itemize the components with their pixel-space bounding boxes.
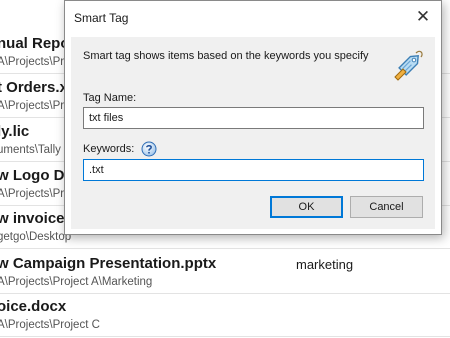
tag-name-input[interactable] <box>83 107 424 129</box>
file-name: ly.lic <box>0 123 30 140</box>
dialog-description: Smart tag shows items based on the keywo… <box>83 50 369 62</box>
file-path: uments\Tally <box>0 144 61 156</box>
file-row[interactable]: oice.docx A\Projects\Project C <box>0 293 450 337</box>
close-icon[interactable]: ✕ <box>413 7 433 27</box>
tag-icon <box>394 50 423 81</box>
file-path: A\Projects\Project C <box>0 319 100 331</box>
cancel-button[interactable]: Cancel <box>350 196 423 218</box>
file-name: oice.docx <box>0 298 67 315</box>
file-path: A\Projects\Project A\Marketing <box>0 276 153 288</box>
smart-tag-dialog: Smart Tag ✕ Smart tag shows items based … <box>64 0 442 235</box>
file-path: A\Projects\Proj <box>0 188 74 200</box>
file-tag: marketing <box>296 257 354 272</box>
file-name: w Campaign Presentation.pptx <box>0 255 217 272</box>
file-name: t Orders.x <box>0 79 68 96</box>
ok-button[interactable]: OK <box>270 196 343 218</box>
file-name: w invoice <box>0 210 65 227</box>
file-path: A\Projects\Proj <box>0 56 74 68</box>
help-icon[interactable] <box>141 141 157 157</box>
dialog-titlebar[interactable]: Smart Tag ✕ <box>65 1 441 33</box>
file-path: getgo\Desktop <box>0 231 72 243</box>
keywords-label: Keywords: <box>83 143 135 155</box>
file-name: nual Repo <box>0 35 70 52</box>
tag-name-label: Tag Name: <box>83 92 137 104</box>
keywords-input[interactable] <box>83 159 424 181</box>
file-name: w Logo D <box>0 167 65 184</box>
file-row[interactable]: w Campaign Presentation.pptx A\Projects\P… <box>0 250 450 294</box>
dialog-title: Smart Tag <box>74 11 129 25</box>
dialog-body: Smart tag shows items based on the keywo… <box>71 37 435 229</box>
file-path: A\Projects\Proj <box>0 100 74 112</box>
